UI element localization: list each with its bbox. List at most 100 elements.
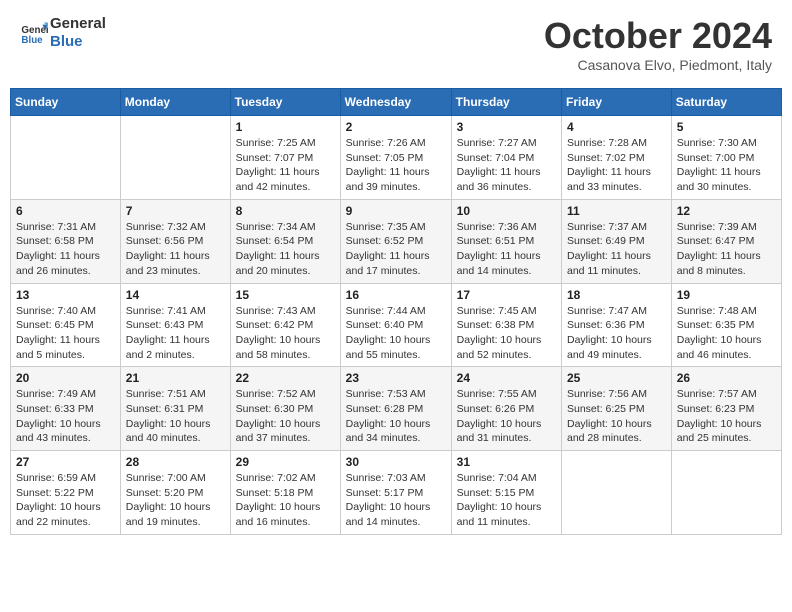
svg-text:Blue: Blue	[21, 35, 43, 46]
calendar-cell: 6 Sunrise: 7:31 AM Sunset: 6:58 PM Daylig…	[11, 199, 121, 283]
day-info: Sunrise: 7:03 AM Sunset: 5:17 PM Dayligh…	[346, 471, 446, 530]
day-info: Sunrise: 7:37 AM Sunset: 6:49 PM Dayligh…	[567, 220, 666, 279]
day-number: 13	[16, 288, 115, 302]
calendar-cell: 16 Sunrise: 7:44 AM Sunset: 6:40 PM Dayli…	[340, 283, 451, 367]
weekday-header-wednesday: Wednesday	[340, 89, 451, 116]
calendar-cell: 23 Sunrise: 7:53 AM Sunset: 6:28 PM Dayli…	[340, 367, 451, 451]
day-info: Sunrise: 7:48 AM Sunset: 6:35 PM Dayligh…	[677, 304, 776, 363]
day-info: Sunrise: 7:00 AM Sunset: 5:20 PM Dayligh…	[126, 471, 225, 530]
calendar-cell: 30 Sunrise: 7:03 AM Sunset: 5:17 PM Dayli…	[340, 451, 451, 535]
day-info: Sunrise: 7:44 AM Sunset: 6:40 PM Dayligh…	[346, 304, 446, 363]
calendar-cell: 19 Sunrise: 7:48 AM Sunset: 6:35 PM Dayli…	[671, 283, 781, 367]
month-title: October 2024	[544, 15, 772, 57]
calendar-cell	[120, 116, 230, 200]
calendar-cell: 13 Sunrise: 7:40 AM Sunset: 6:45 PM Dayli…	[11, 283, 121, 367]
day-number: 17	[457, 288, 556, 302]
day-number: 16	[346, 288, 446, 302]
calendar-week-4: 20Sunrise: 7:49 AM Sunset: 6:33 PM Dayli…	[11, 367, 782, 451]
day-number: 18	[567, 288, 666, 302]
title-block: October 2024 Casanova Elvo, Piedmont, It…	[544, 15, 772, 73]
calendar-cell: 28 Sunrise: 7:00 AM Sunset: 5:20 PM Dayli…	[120, 451, 230, 535]
day-info: Sunrise: 7:31 AM Sunset: 6:58 PM Dayligh…	[16, 220, 115, 279]
calendar-cell: 14 Sunrise: 7:41 AM Sunset: 6:43 PM Dayli…	[120, 283, 230, 367]
calendar-cell: 5 Sunrise: 7:30 AM Sunset: 7:00 PM Daylig…	[671, 116, 781, 200]
day-number: 20	[16, 371, 115, 385]
day-number: 14	[126, 288, 225, 302]
calendar-cell: 24 Sunrise: 7:55 AM Sunset: 6:26 PM Dayli…	[451, 367, 561, 451]
day-number: 22	[236, 371, 335, 385]
weekday-header-monday: Monday	[120, 89, 230, 116]
day-number: 5	[677, 120, 776, 134]
logo: General Blue General Blue	[20, 15, 106, 51]
calendar-cell: 1Sunrise: 7:25 AM Sunset: 7:07 PM Daylig…	[230, 116, 340, 200]
day-number: 29	[236, 455, 335, 469]
day-info: Sunrise: 7:28 AM Sunset: 7:02 PM Dayligh…	[567, 136, 666, 195]
day-info: Sunrise: 6:59 AM Sunset: 5:22 PM Dayligh…	[16, 471, 115, 530]
day-info: Sunrise: 7:55 AM Sunset: 6:26 PM Dayligh…	[457, 387, 556, 446]
calendar-cell: 26 Sunrise: 7:57 AM Sunset: 6:23 PM Dayli…	[671, 367, 781, 451]
location-subtitle: Casanova Elvo, Piedmont, Italy	[544, 57, 772, 73]
day-number: 3	[457, 120, 556, 134]
day-number: 12	[677, 204, 776, 218]
calendar-cell	[11, 116, 121, 200]
calendar-cell: 4 Sunrise: 7:28 AM Sunset: 7:02 PM Daylig…	[562, 116, 672, 200]
day-number: 31	[457, 455, 556, 469]
weekday-header-thursday: Thursday	[451, 89, 561, 116]
calendar-cell: 29 Sunrise: 7:02 AM Sunset: 5:18 PM Dayli…	[230, 451, 340, 535]
day-info: Sunrise: 7:26 AM Sunset: 7:05 PM Dayligh…	[346, 136, 446, 195]
day-info: Sunrise: 7:04 AM Sunset: 5:15 PM Dayligh…	[457, 471, 556, 530]
day-info: Sunrise: 7:27 AM Sunset: 7:04 PM Dayligh…	[457, 136, 556, 195]
day-number: 4	[567, 120, 666, 134]
day-number: 28	[126, 455, 225, 469]
weekday-header-tuesday: Tuesday	[230, 89, 340, 116]
logo-icon: General Blue	[20, 19, 48, 47]
day-info: Sunrise: 7:57 AM Sunset: 6:23 PM Dayligh…	[677, 387, 776, 446]
day-number: 23	[346, 371, 446, 385]
day-number: 8	[236, 204, 335, 218]
calendar-week-2: 6 Sunrise: 7:31 AM Sunset: 6:58 PM Daylig…	[11, 199, 782, 283]
day-number: 26	[677, 371, 776, 385]
calendar-cell: 3 Sunrise: 7:27 AM Sunset: 7:04 PM Daylig…	[451, 116, 561, 200]
day-number: 25	[567, 371, 666, 385]
calendar-cell	[671, 451, 781, 535]
day-info: Sunrise: 7:53 AM Sunset: 6:28 PM Dayligh…	[346, 387, 446, 446]
day-number: 15	[236, 288, 335, 302]
calendar-cell: 17 Sunrise: 7:45 AM Sunset: 6:38 PM Dayli…	[451, 283, 561, 367]
day-info: Sunrise: 7:02 AM Sunset: 5:18 PM Dayligh…	[236, 471, 335, 530]
day-info: Sunrise: 7:41 AM Sunset: 6:43 PM Dayligh…	[126, 304, 225, 363]
calendar-cell: 8 Sunrise: 7:34 AM Sunset: 6:54 PM Daylig…	[230, 199, 340, 283]
calendar-week-5: 27 Sunrise: 6:59 AM Sunset: 5:22 PM Dayli…	[11, 451, 782, 535]
calendar-cell: 22 Sunrise: 7:52 AM Sunset: 6:30 PM Dayli…	[230, 367, 340, 451]
calendar-cell: 11 Sunrise: 7:37 AM Sunset: 6:49 PM Dayli…	[562, 199, 672, 283]
calendar-cell: 18Sunrise: 7:47 AM Sunset: 6:36 PM Dayli…	[562, 283, 672, 367]
day-number: 24	[457, 371, 556, 385]
day-info: Sunrise: 7:45 AM Sunset: 6:38 PM Dayligh…	[457, 304, 556, 363]
calendar-cell: 21 Sunrise: 7:51 AM Sunset: 6:31 PM Dayli…	[120, 367, 230, 451]
weekday-header-sunday: Sunday	[11, 89, 121, 116]
calendar-cell	[562, 451, 672, 535]
day-number: 11	[567, 204, 666, 218]
day-info: Sunrise: 7:32 AM Sunset: 6:56 PM Dayligh…	[126, 220, 225, 279]
day-number: 19	[677, 288, 776, 302]
day-number: 30	[346, 455, 446, 469]
day-info: Sunrise: 7:39 AM Sunset: 6:47 PM Dayligh…	[677, 220, 776, 279]
day-info: Sunrise: 7:40 AM Sunset: 6:45 PM Dayligh…	[16, 304, 115, 363]
calendar-cell: 15Sunrise: 7:43 AM Sunset: 6:42 PM Dayli…	[230, 283, 340, 367]
weekday-header-saturday: Saturday	[671, 89, 781, 116]
calendar-cell: 20Sunrise: 7:49 AM Sunset: 6:33 PM Dayli…	[11, 367, 121, 451]
day-info: Sunrise: 7:52 AM Sunset: 6:30 PM Dayligh…	[236, 387, 335, 446]
day-info: Sunrise: 7:30 AM Sunset: 7:00 PM Dayligh…	[677, 136, 776, 195]
day-number: 27	[16, 455, 115, 469]
calendar-cell: 25Sunrise: 7:56 AM Sunset: 6:25 PM Dayli…	[562, 367, 672, 451]
weekday-header-friday: Friday	[562, 89, 672, 116]
day-number: 6	[16, 204, 115, 218]
logo-text: General Blue	[50, 15, 106, 51]
day-info: Sunrise: 7:51 AM Sunset: 6:31 PM Dayligh…	[126, 387, 225, 446]
calendar-cell: 2 Sunrise: 7:26 AM Sunset: 7:05 PM Daylig…	[340, 116, 451, 200]
calendar-table: SundayMondayTuesdayWednesdayThursdayFrid…	[10, 88, 782, 535]
calendar-cell: 27 Sunrise: 6:59 AM Sunset: 5:22 PM Dayli…	[11, 451, 121, 535]
day-number: 2	[346, 120, 446, 134]
day-info: Sunrise: 7:34 AM Sunset: 6:54 PM Dayligh…	[236, 220, 335, 279]
day-number: 21	[126, 371, 225, 385]
day-info: Sunrise: 7:25 AM Sunset: 7:07 PM Dayligh…	[236, 136, 335, 195]
